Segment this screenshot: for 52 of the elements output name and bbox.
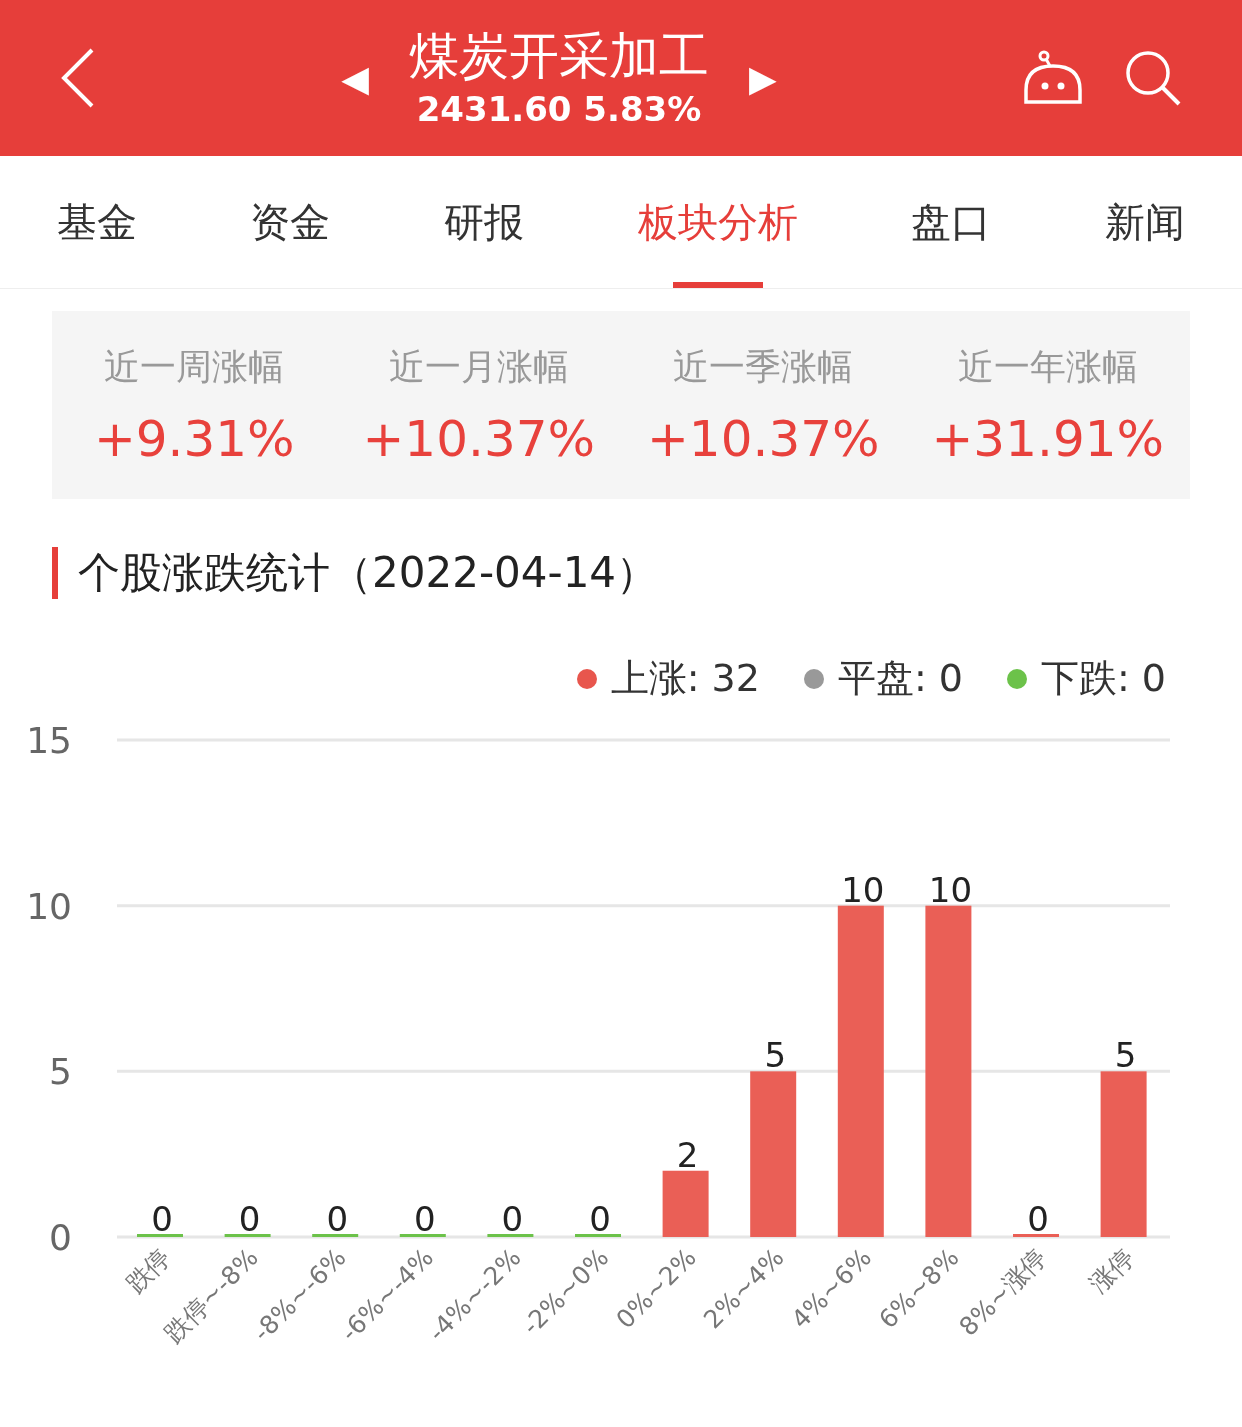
sector-title: 煤炭开采加工 xyxy=(409,26,709,87)
axis-tick-label: 0 xyxy=(49,1217,72,1258)
next-button[interactable]: ▶ xyxy=(749,57,777,99)
axis-category-label: 跌停 xyxy=(120,1242,177,1299)
axis-tick-label: 5 xyxy=(49,1051,72,1093)
data-label: 10 xyxy=(928,869,973,910)
tab[interactable]: 资金 xyxy=(250,156,331,288)
back-icon[interactable] xyxy=(60,47,96,109)
bar xyxy=(487,1234,534,1237)
axis-tick-label: 15 xyxy=(26,720,72,761)
index-quote: 2431.60 5.83% xyxy=(416,88,702,131)
data-label: 0 xyxy=(414,1199,436,1239)
stat-label: 近一月涨幅 xyxy=(388,344,569,389)
tab[interactable]: 基金 xyxy=(56,156,137,288)
bar xyxy=(312,1234,359,1237)
bar xyxy=(137,1234,183,1237)
robot-icon[interactable] xyxy=(1022,50,1084,106)
stat-label: 近一年涨幅 xyxy=(957,344,1138,389)
search-icon[interactable] xyxy=(1124,49,1182,107)
axis-category-label: 涨停 xyxy=(1084,1242,1140,1299)
stat-value: +10.37% xyxy=(646,409,880,468)
section-marker xyxy=(52,547,58,599)
data-label: 5 xyxy=(764,1035,786,1076)
section-title: 个股涨跌统计（2022-04-14） xyxy=(78,547,659,599)
data-label: 0 xyxy=(326,1199,348,1239)
legend-label: 下跌: 0 xyxy=(1040,655,1166,702)
data-label: 0 xyxy=(238,1199,261,1239)
previous-button[interactable]: ◀ xyxy=(341,57,369,99)
stat-value: +31.91% xyxy=(931,409,1164,468)
legend-label: 平盘: 0 xyxy=(837,655,963,702)
data-label: 2 xyxy=(676,1134,699,1175)
axis-tick-label: 10 xyxy=(26,885,72,927)
data-label: 0 xyxy=(151,1199,173,1239)
data-label: 0 xyxy=(501,1199,524,1239)
tab[interactable]: 新闻 xyxy=(1105,156,1186,288)
data-label: 10 xyxy=(841,869,885,910)
data-label: 0 xyxy=(589,1199,611,1239)
bar xyxy=(575,1234,621,1237)
stat-label: 近一季涨幅 xyxy=(673,344,854,389)
stat-label: 近一周涨幅 xyxy=(104,344,285,389)
bar xyxy=(224,1234,271,1237)
bar xyxy=(1013,1234,1059,1237)
stat-value: +10.37% xyxy=(362,409,595,468)
tab[interactable]: 研报 xyxy=(444,156,525,288)
stat-value: +9.31% xyxy=(93,409,295,468)
bar xyxy=(662,1170,709,1237)
bar xyxy=(399,1234,446,1237)
tab[interactable]: 盘口 xyxy=(911,156,992,288)
legend-label: 上涨: 32 xyxy=(610,655,760,702)
data-label: 5 xyxy=(1114,1035,1137,1076)
data-label: 0 xyxy=(1027,1199,1049,1239)
tab[interactable]: 板块分析 xyxy=(637,156,798,288)
